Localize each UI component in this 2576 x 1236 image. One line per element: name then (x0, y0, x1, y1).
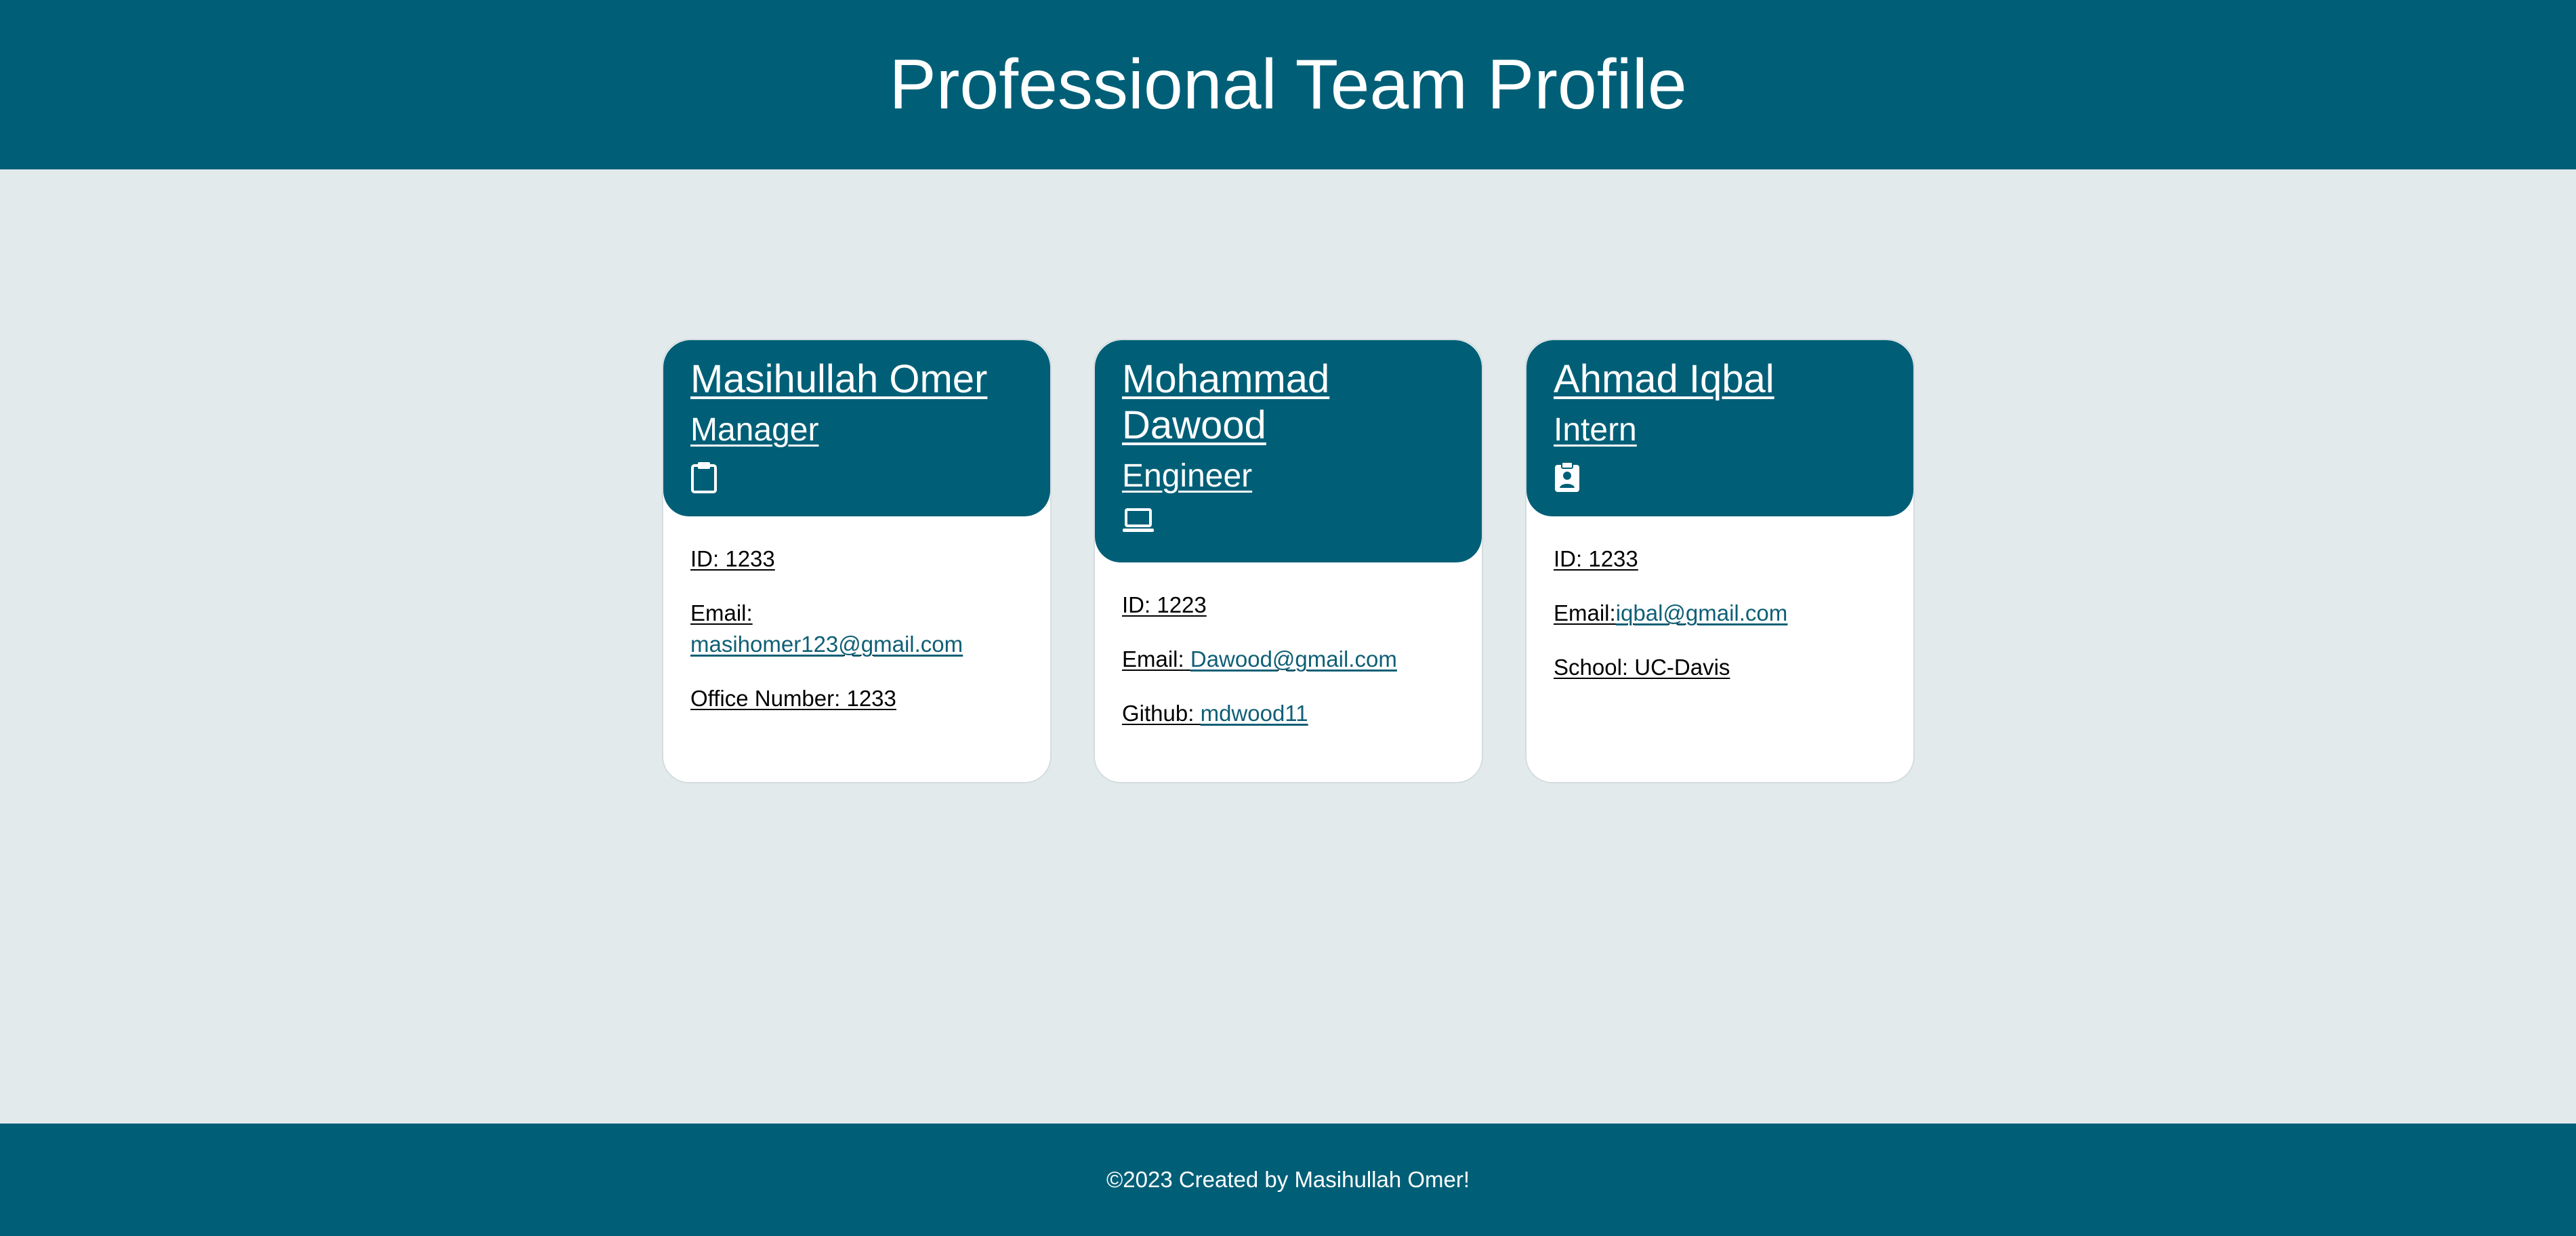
card-header: Ahmad Iqbal Intern (1526, 340, 1913, 516)
employee-card-intern: Ahmad Iqbal Intern ID: 1233 Email:iqbal@… (1525, 339, 1915, 783)
email-label: Email: (1122, 646, 1184, 672)
employee-card-manager: Masihullah Omer Manager ID: 1233 Email: … (662, 339, 1052, 783)
page-header: Professional Team Profile (0, 0, 2576, 169)
employee-id: ID: 1233 (690, 546, 775, 571)
email-label: Email: (690, 600, 753, 625)
employee-id: ID: 1223 (1122, 592, 1207, 617)
github-label: Github: (1122, 701, 1194, 726)
email-link[interactable]: masihomer123@gmail.com (690, 632, 963, 657)
email-link[interactable]: Dawood@gmail.com (1190, 646, 1397, 672)
employee-email-row: Email: masihomer123@gmail.com (690, 598, 1023, 660)
card-header: Masihullah Omer Manager (663, 340, 1050, 516)
employee-id: ID: 1233 (1554, 546, 1638, 571)
employee-card-engineer: Mohammad Dawood Engineer ID: 1223 Email:… (1094, 339, 1483, 783)
laptop-icon (1122, 507, 1155, 539)
card-body: ID: 1233 Email:iqbal@gmail.com School: U… (1526, 516, 1913, 733)
employee-role: Engineer (1122, 458, 1253, 494)
id-badge-icon (1554, 461, 1586, 493)
employee-email-row: Email:iqbal@gmail.com (1554, 598, 1886, 629)
school: School: UC-Davis (1554, 655, 1730, 680)
github-link[interactable]: mdwood11 (1201, 701, 1308, 726)
employee-email-row: Email: Dawood@gmail.com (1122, 644, 1455, 675)
employee-role: Intern (1554, 412, 1637, 448)
office-number: Office Number: 1233 (690, 686, 896, 711)
card-header: Mohammad Dawood Engineer (1095, 340, 1482, 562)
footer-text: ©2023 Created by Masihullah Omer! (1106, 1167, 1470, 1192)
github-row: Github: mdwood11 (1122, 698, 1455, 729)
clipboard-icon (690, 461, 723, 493)
employee-name: Masihullah Omer (690, 357, 988, 401)
page-title: Professional Team Profile (889, 45, 1687, 124)
email-link[interactable]: iqbal@gmail.com (1616, 600, 1788, 625)
card-body: ID: 1223 Email: Dawood@gmail.com Github:… (1095, 562, 1482, 779)
employee-role: Manager (690, 412, 819, 448)
page-footer: ©2023 Created by Masihullah Omer! (0, 1124, 2576, 1236)
employee-name: Ahmad Iqbal (1554, 357, 1774, 401)
team-cards: Masihullah Omer Manager ID: 1233 Email: … (662, 339, 1915, 783)
card-body: ID: 1233 Email: masihomer123@gmail.com O… (663, 516, 1050, 764)
employee-name: Mohammad Dawood (1122, 357, 1330, 447)
email-label: Email: (1554, 600, 1616, 625)
